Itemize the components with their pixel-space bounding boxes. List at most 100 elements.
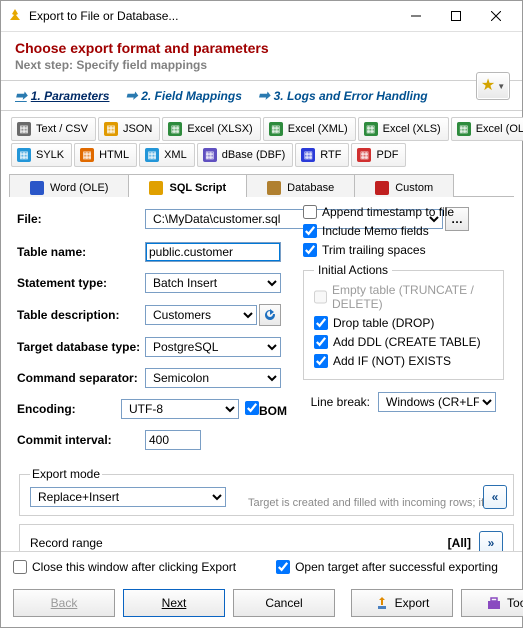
header: Choose export format and parameters Next… [1,32,522,76]
bom-label: BOM [259,404,287,418]
include-memo-label: Include Memo fields [322,224,429,238]
cancel-button[interactable]: Cancel [233,589,335,617]
table-desc-select[interactable]: Customers [145,305,257,325]
format-excel-xlsx-[interactable]: ▦Excel (XLSX) [162,117,260,141]
format-icon: ▦ [357,148,371,162]
format-html[interactable]: ▦ HTML [74,143,137,167]
subtab-database[interactable]: Database [246,174,355,197]
format-rtf[interactable]: ▦ RTF [295,143,349,167]
form-area: File: C:\MyData\customer.sql … Table nam… [1,197,522,551]
subtab-label: Word (OLE) [50,182,108,194]
page-title: Choose export format and parameters [15,40,508,56]
record-range-expand-button[interactable]: » [479,531,503,551]
format-icon: ▦ [301,148,315,162]
append-timestamp-checkbox[interactable] [303,205,317,219]
format-pdf[interactable]: ▦ PDF [351,143,406,167]
subtab-icon [375,181,389,195]
wizard-tab-field-mappings[interactable]: ➡2. Field Mappings [125,87,241,104]
close-after-checkbox[interactable] [13,560,27,574]
minimize-button[interactable] [396,2,436,30]
trim-label: Trim trailing spaces [322,243,426,257]
format-sylk[interactable]: ▦ SYLK [11,143,72,167]
format-excel-xml-[interactable]: ▦Excel (XML) [263,117,356,141]
right-column: Append timestamp to file Include Memo fi… [303,205,504,420]
format-text-csv[interactable]: ▦Text / CSV [11,117,96,141]
format-icon: ▦ [457,122,471,136]
drop-table-checkbox[interactable] [314,316,328,330]
open-target-checkbox[interactable] [276,560,290,574]
add-if-label: Add IF (NOT) EXISTS [333,354,451,368]
format-icon: ▦ [80,148,94,162]
format-json[interactable]: ▦ JSON [98,117,160,141]
format-label: PDF [376,149,398,161]
table-name-input[interactable] [145,242,281,262]
export-mode-expand-button[interactable]: « [483,485,507,509]
favorites-button[interactable]: ★▼ [476,72,510,100]
statement-type-label: Statement type: [17,276,145,290]
subtab-label: Database [287,182,334,194]
subtab-word-ole-[interactable]: Word (OLE) [9,174,129,197]
format-label: Excel (XLS) [383,123,441,135]
format-icon: ▦ [269,122,283,136]
record-range-row: Record range [All] » [19,524,514,551]
back-button[interactable]: Back [13,589,115,617]
format-dbase-dbf-[interactable]: ▦dBase (DBF) [197,143,294,167]
wizard-tab-logs[interactable]: ➡3. Logs and Error Handling [258,87,428,104]
add-if-checkbox[interactable] [314,354,328,368]
format-excel-ole-[interactable]: ▦ Excel (OLE) [451,117,523,141]
subtab-sql-script[interactable]: SQL Script [128,174,247,197]
initial-actions-group: Initial Actions Empty table (TRUNCATE / … [303,263,504,380]
empty-table-checkbox [314,290,327,304]
maximize-button[interactable] [436,2,476,30]
export-button[interactable]: Export [351,589,453,617]
subtab-custom[interactable]: Custom [354,174,454,197]
encoding-select[interactable]: UTF-8 [121,399,239,419]
commit-input[interactable] [145,430,201,450]
export-mode-select[interactable]: Replace+Insert [30,487,226,507]
table-name-label: Table name: [17,245,145,259]
target-db-label: Target database type: [17,340,145,354]
next-button[interactable]: Next [123,589,225,617]
cmd-sep-label: Command separator: [17,371,145,385]
format-excel-xls-[interactable]: ▦ Excel (XLS) [358,117,449,141]
append-timestamp-label: Append timestamp to file [322,205,454,219]
format-icon: ▦ [364,122,378,136]
add-ddl-checkbox[interactable] [314,335,328,349]
divider [1,80,522,81]
subtab-label: Custom [395,182,433,194]
table-desc-label: Table description: [17,308,145,322]
subtab-label: SQL Script [169,182,226,194]
statement-type-select[interactable]: Batch Insert [145,273,281,293]
trim-checkbox[interactable] [303,243,317,257]
bom-checkbox[interactable] [245,401,259,415]
include-memo-checkbox[interactable] [303,224,317,238]
commit-label: Commit interval: [17,433,145,447]
drop-table-label: Drop table (DROP) [333,316,434,330]
wizard-tab-parameters[interactable]: ➡1. Parameters [15,87,109,104]
format-label: Text / CSV [36,123,88,135]
record-range-label: Record range [30,536,103,550]
export-mode-group: Export mode Replace+Insert Target is cre… [19,467,514,516]
export-icon [375,596,389,610]
target-db-select[interactable]: PostgreSQL [145,337,281,357]
format-label: HTML [99,149,129,161]
line-break-select[interactable]: Windows (CR+LF) [378,392,496,412]
format-label: SYLK [36,149,64,161]
footer: Close this window after clicking Export … [1,551,522,627]
close-button[interactable] [476,2,516,30]
format-buttons: ▦Text / CSV▦JSON▦Excel (XLSX)▦Excel (XML… [1,113,522,169]
subtab-icon [30,181,44,195]
format-icon: ▦ [17,148,31,162]
format-label: Excel (XLSX) [187,123,252,135]
format-icon: ▦ [104,122,118,136]
format-label: Excel (OLE) [476,123,523,135]
cmd-sep-select[interactable]: Semicolon [145,368,281,388]
tools-button[interactable]: Tools▼ [461,589,523,617]
table-desc-reload-button[interactable] [259,304,281,326]
format-xml[interactable]: ▦XML [139,143,195,167]
page-subtitle: Next step: Specify field mappings [15,58,508,72]
title-bar: Export to File or Database... [1,1,522,32]
format-icon: ▦ [203,148,217,162]
format-label: RTF [320,149,341,161]
format-label: JSON [123,123,152,135]
